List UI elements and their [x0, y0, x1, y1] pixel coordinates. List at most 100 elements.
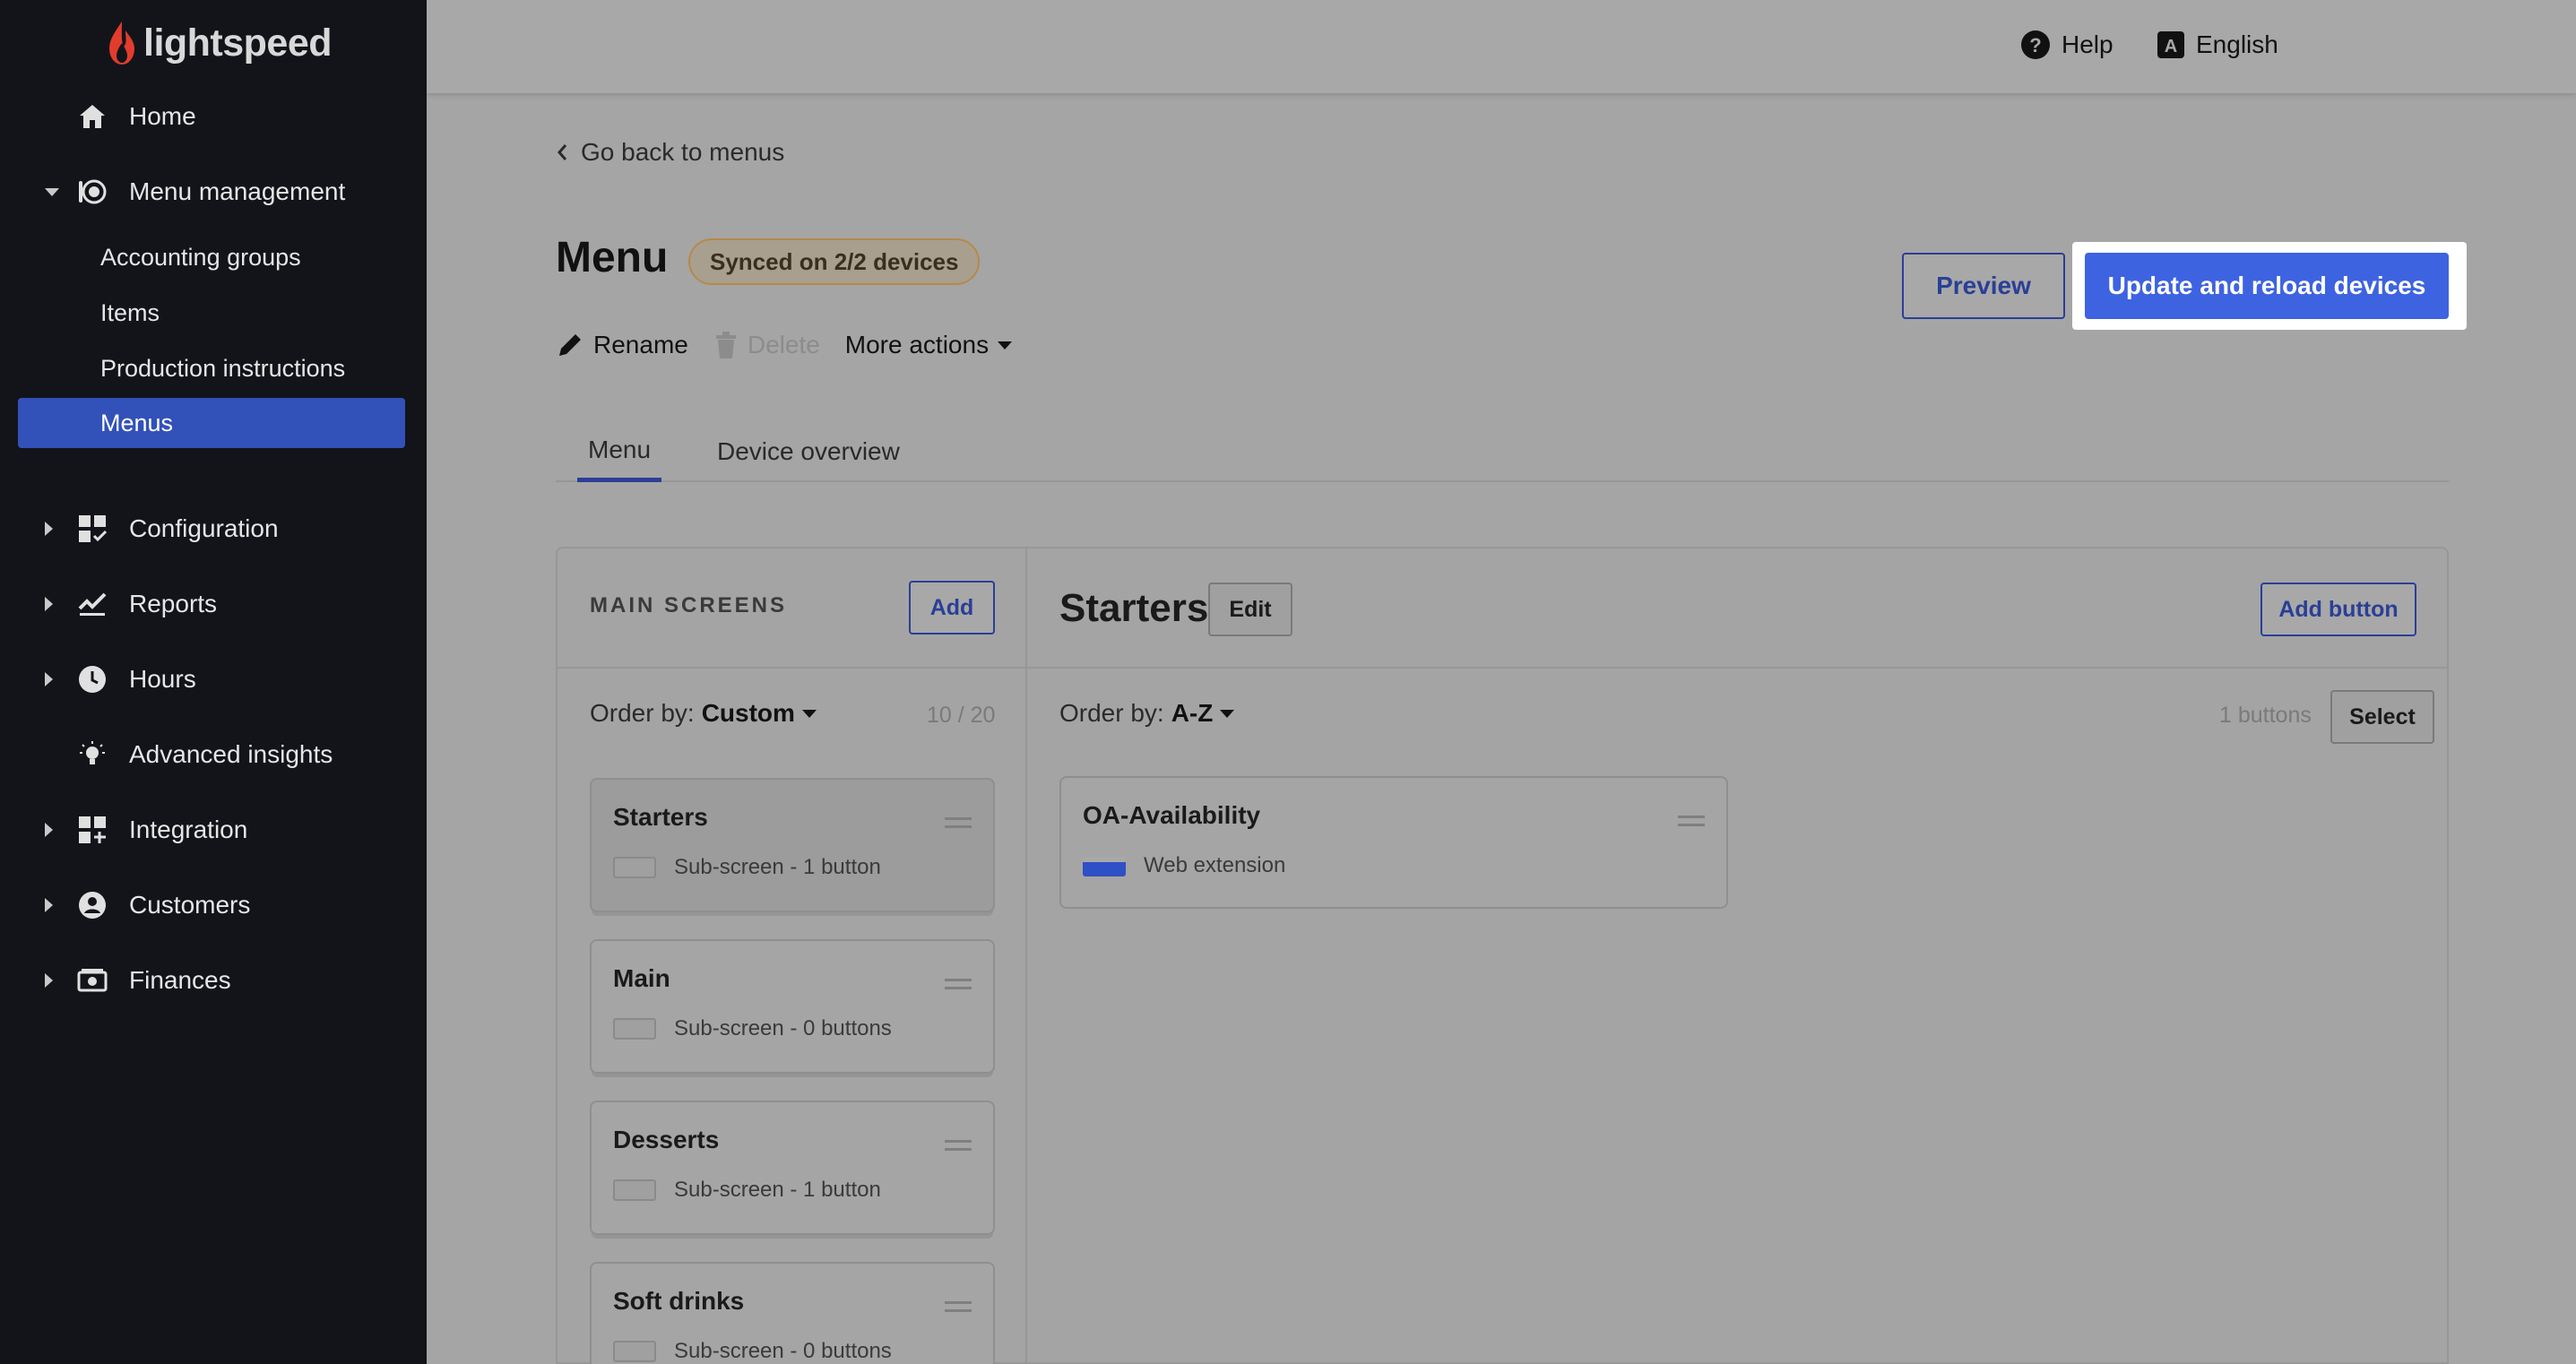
drag-handle-icon[interactable]: [945, 1301, 972, 1312]
screen-count: 10 / 20: [927, 703, 996, 728]
caret-down-icon: [998, 341, 1013, 350]
nav-reports[interactable]: Reports: [0, 579, 427, 629]
drag-handle-icon[interactable]: [945, 1140, 972, 1151]
delete-button[interactable]: Delete: [713, 331, 820, 359]
nav-reports-label: Reports: [129, 590, 218, 617]
nav-advanced-insights-label: Advanced insights: [129, 740, 333, 768]
more-actions-dropdown[interactable]: More actions: [845, 331, 1013, 359]
nav-customers-label: Customers: [129, 891, 251, 919]
nav-menu-management-label: Menu management: [129, 177, 346, 205]
screen-card[interactable]: Desserts Sub-screen - 1 button: [590, 1101, 995, 1235]
order-by-dropdown[interactable]: Order by: A-Z: [1059, 699, 1235, 728]
help-link[interactable]: ? Help: [2020, 25, 2114, 65]
order-by-label: Order by:: [590, 699, 695, 727]
chevron-right-icon: [45, 823, 53, 837]
lightbulb-icon: [77, 739, 108, 770]
screen-color-swatch: [613, 1341, 656, 1362]
topbar: ? Help A English: [427, 0, 2576, 93]
lightspeed-logo[interactable]: lightspeed: [106, 16, 333, 70]
clock-icon: [77, 664, 108, 695]
button-count: 1 buttons: [2219, 703, 2312, 728]
sidebar-item-items[interactable]: Items: [18, 288, 405, 338]
tab-menu[interactable]: Menu: [577, 421, 662, 482]
order-by-value: A-Z: [1171, 699, 1214, 727]
sidebar-item-label: Menus: [100, 409, 174, 436]
rename-button[interactable]: Rename: [556, 331, 688, 359]
screen-card[interactable]: Soft drinks Sub-screen - 0 buttons: [590, 1262, 995, 1364]
order-by-dropdown[interactable]: Order by: Custom: [590, 699, 817, 728]
drag-handle-icon[interactable]: [945, 979, 972, 989]
home-icon: [77, 101, 108, 132]
trash-icon: [715, 332, 736, 358]
nav-configuration-label: Configuration: [129, 514, 279, 542]
tab-device-overview[interactable]: Device overview: [717, 421, 900, 482]
nav-customers[interactable]: Customers: [0, 880, 427, 930]
sidebar-item-accounting-groups[interactable]: Accounting groups: [18, 232, 405, 282]
button-color-swatch: [1083, 857, 1126, 876]
grid-check-icon: [77, 514, 108, 544]
brand-name: lightspeed: [143, 21, 333, 65]
add-button-button[interactable]: Add button: [2260, 583, 2416, 636]
menu-button-title: OA-Availability: [1083, 801, 1261, 829]
drag-handle-icon[interactable]: [945, 817, 972, 828]
main-screens-column: MAIN SCREENS Add Order by: Custom 10 / 2…: [558, 548, 1027, 1364]
screen-card-subtitle: Sub-screen - 0 buttons: [674, 1016, 892, 1040]
preview-button[interactable]: Preview: [1902, 253, 2065, 319]
nav-integration[interactable]: Integration: [0, 805, 427, 855]
chevron-right-icon: [45, 672, 53, 686]
update-and-reload-devices-button[interactable]: Update and reload devices: [2085, 253, 2449, 319]
nav-hours-label: Hours: [129, 665, 196, 693]
nav-integration-label: Integration: [129, 816, 248, 843]
back-to-menus-link[interactable]: Go back to menus: [556, 133, 784, 172]
chevron-left-icon: [558, 144, 567, 160]
screen-title: Starters: [1059, 586, 1209, 630]
nav-configuration[interactable]: Configuration: [0, 504, 427, 554]
nav-home[interactable]: Home: [0, 91, 427, 142]
chevron-right-icon: [45, 597, 53, 611]
pencil-icon: [559, 334, 581, 356]
chevron-right-icon: [45, 973, 53, 988]
screen-card[interactable]: Starters Sub-screen - 1 button: [590, 778, 995, 912]
nav-menu-management[interactable]: Menu management: [0, 167, 427, 217]
select-button[interactable]: Select: [2330, 690, 2434, 744]
help-icon: ?: [2021, 30, 2050, 59]
sidebar-item-label: Production instructions: [100, 354, 346, 382]
screen-card-title: Desserts: [613, 1126, 720, 1153]
page-title: Menu: [556, 234, 669, 281]
add-screen-button[interactable]: Add: [909, 581, 995, 635]
sidebar-item-label: Accounting groups: [100, 243, 301, 271]
language-selector[interactable]: A English: [2157, 25, 2278, 65]
screen-detail-column: Starters Edit Add button Order by: A-Z 1…: [1027, 548, 2449, 1364]
svg-text:A: A: [2165, 37, 2177, 56]
grid-plus-icon: [77, 815, 108, 845]
screen-card[interactable]: Main Sub-screen - 0 buttons: [590, 939, 995, 1074]
screen-detail-header: Starters Edit Add button: [1027, 548, 2449, 669]
order-by-label: Order by:: [1059, 699, 1164, 727]
menu-actions: Rename Delete More actions: [556, 323, 1037, 367]
screen-color-swatch: [613, 1179, 656, 1201]
rename-label: Rename: [593, 331, 688, 358]
svg-text:?: ?: [2029, 34, 2041, 56]
main-screens-header: MAIN SCREENS Add: [558, 548, 1025, 669]
screen-color-swatch: [613, 1018, 656, 1040]
chevron-right-icon: [45, 522, 53, 536]
screen-card-title: Soft drinks: [613, 1287, 745, 1315]
caret-down-icon: [1220, 709, 1235, 718]
menu-button-card[interactable]: OA-Availability Web extension: [1059, 776, 1728, 909]
nav-home-label: Home: [129, 102, 196, 130]
menu-editor-panel: MAIN SCREENS Add Order by: Custom 10 / 2…: [556, 547, 2449, 1364]
screen-card-title: Starters: [613, 803, 708, 831]
edit-screen-button[interactable]: Edit: [1208, 583, 1292, 636]
delete-label: Delete: [747, 331, 820, 358]
drag-handle-icon[interactable]: [1678, 816, 1705, 826]
screen-card-subtitle: Sub-screen - 1 button: [674, 855, 881, 879]
nav-hours[interactable]: Hours: [0, 654, 427, 704]
flame-icon: [109, 22, 134, 65]
nav-advanced-insights[interactable]: Advanced insights: [0, 729, 427, 780]
chevron-down-icon: [45, 187, 59, 196]
sidebar-item-menus[interactable]: Menus: [18, 398, 405, 448]
user-circle-icon: [77, 890, 108, 920]
nav-finances[interactable]: Finances: [0, 955, 427, 1006]
sidebar-item-production-instructions[interactable]: Production instructions: [18, 343, 405, 393]
chart-line-icon: [77, 589, 108, 619]
